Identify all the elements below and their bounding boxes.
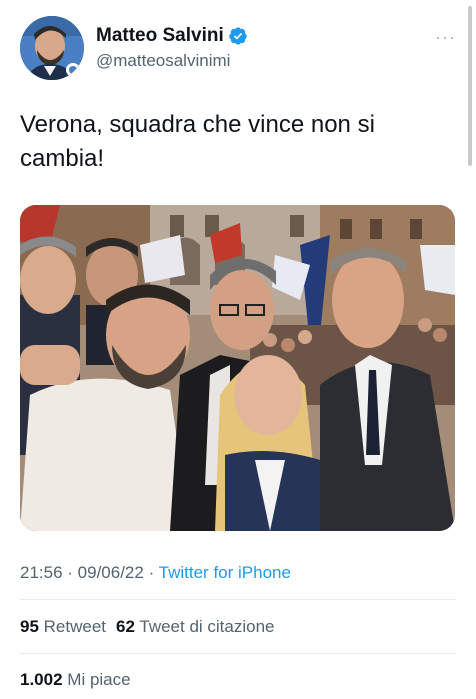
retweets-stat[interactable]: 95 Retweet xyxy=(20,617,106,636)
tweet-source-link[interactable]: Twitter for iPhone xyxy=(159,563,291,582)
likes-stat[interactable]: 1.002 Mi piace xyxy=(20,670,131,689)
tweet-time[interactable]: 21:56 xyxy=(20,563,63,582)
scrollbar[interactable] xyxy=(468,6,472,166)
tweet-header: Matteo Salvini @matteosalvinimi ··· xyxy=(20,14,456,80)
verified-badge-icon xyxy=(228,26,248,46)
tweet-text: Verona, squadra che vince non si cambia! xyxy=(20,111,375,172)
tweet-photo[interactable] xyxy=(20,205,455,531)
meta-separator: · xyxy=(62,563,78,582)
divider xyxy=(20,653,456,654)
tweet-date[interactable]: 09/06/22 xyxy=(78,563,144,582)
retweets-count: 95 xyxy=(20,617,39,636)
author-handle[interactable]: @matteosalvinimi xyxy=(96,51,230,71)
quotes-count: 62 xyxy=(116,617,135,636)
retweet-stats: 95 Retweet 62 Tweet di citazione xyxy=(20,617,285,637)
likes-label: Mi piace xyxy=(67,670,131,689)
more-options-icon[interactable]: ··· xyxy=(435,27,456,48)
quotes-label: Tweet di citazione xyxy=(139,617,275,636)
author-display-name[interactable]: Matteo Salvini xyxy=(96,25,224,47)
quotes-stat[interactable]: 62 Tweet di citazione xyxy=(116,617,274,636)
tweet-meta: 21:56 · 09/06/22 · Twitter for iPhone xyxy=(20,563,291,583)
avatar[interactable] xyxy=(20,16,84,80)
likes-stats: 1.002 Mi piace xyxy=(20,670,141,690)
retweets-label: Retweet xyxy=(43,617,107,636)
likes-count: 1.002 xyxy=(20,670,63,689)
divider xyxy=(20,599,456,600)
meta-separator: · xyxy=(143,563,159,582)
